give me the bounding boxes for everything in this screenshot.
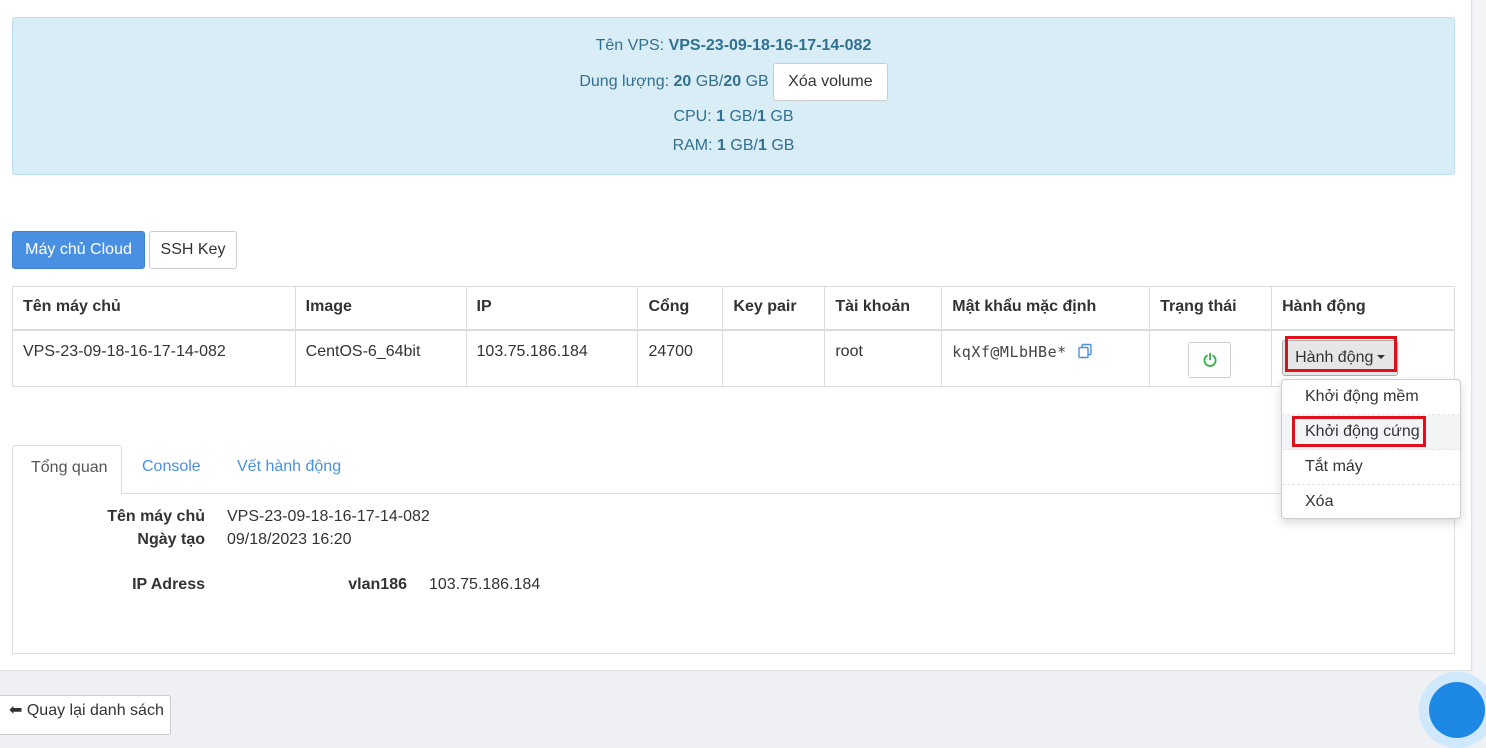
ram-unit: GB: [730, 137, 754, 154]
table-row: VPS-23-09-18-16-17-14-082 CentOS-6_64bit…: [12, 329, 1455, 387]
back-to-list-label: Quay lại danh sách: [26, 702, 164, 719]
cpu-unit: GB: [729, 108, 753, 125]
ram-total-unit: GB: [771, 137, 795, 154]
storage-used: 20: [673, 73, 692, 91]
header-account: Tài khoản: [824, 286, 943, 331]
overview-created-value: 09/18/2023 16:20: [227, 531, 352, 548]
action-button-highlight: [1285, 336, 1397, 372]
storage-label: Dung lượng:: [579, 73, 670, 91]
overview-panel: Tên máy chủ VPS-23-09-18-16-17-14-082 Ng…: [12, 493, 1455, 654]
header-server-name: Tên máy chủ: [12, 286, 296, 331]
action-dropdown-menu: Khởi động mềm Khởi động cứng Tắt máy Xóa: [1281, 379, 1461, 519]
storage-total-unit: GB: [745, 73, 769, 91]
power-button[interactable]: [1188, 341, 1232, 378]
header-action: Hành động: [1271, 286, 1455, 331]
cloud-server-button[interactable]: Máy chủ Cloud: [12, 231, 145, 269]
menu-item-delete[interactable]: Xóa: [1282, 485, 1460, 520]
main-panel: Tên VPS: VPS-23-09-18-16-17-14-082 Dung …: [0, 0, 1472, 671]
cell-ip: 103.75.186.184: [465, 329, 639, 387]
cpu-label: CPU:: [673, 108, 712, 125]
cpu-total-unit: GB: [770, 108, 794, 125]
header-keypair: Key pair: [722, 286, 826, 331]
overview-ip-label: IP Adress: [132, 576, 205, 593]
ssh-key-button[interactable]: SSH Key: [149, 231, 237, 269]
chat-widget-button[interactable]: [1419, 672, 1486, 748]
server-table: Tên máy chủ Image IP Cổng Key pair Tài k…: [12, 286, 1455, 387]
vps-name-label: Tên VPS:: [595, 37, 665, 54]
vps-storage-row: Dung lượng: 20 GB/20 GB Xóa volume: [13, 63, 1454, 101]
arrow-left-icon: ⬅: [9, 702, 23, 719]
copy-icon[interactable]: [1077, 343, 1093, 359]
overview-vlan-label: vlan186: [348, 576, 407, 593]
overview-name-label: Tên máy chủ: [107, 508, 205, 525]
cpu-total: 1: [757, 108, 766, 125]
table-header-row: Tên máy chủ Image IP Cổng Key pair Tài k…: [12, 286, 1455, 331]
ram-total: 1: [757, 137, 767, 154]
tab-console[interactable]: Console: [124, 445, 219, 495]
back-to-list-button[interactable]: ⬅ Quay lại danh sách: [0, 695, 171, 735]
vps-ram-row: RAM: 1 GB/1 GB: [672, 137, 795, 154]
cell-password: kqXf@MLbHBe*: [941, 329, 1151, 387]
menu-item-soft-reboot[interactable]: Khởi động mềm: [1282, 380, 1460, 415]
vps-info-box: Tên VPS: VPS-23-09-18-16-17-14-082 Dung …: [12, 17, 1455, 175]
cpu-used: 1: [716, 108, 726, 125]
header-ip: IP: [465, 286, 639, 331]
tab-overview[interactable]: Tổng quan: [12, 445, 122, 495]
cell-keypair: [722, 329, 826, 387]
header-image: Image: [294, 286, 467, 331]
header-port: Cổng: [637, 286, 724, 331]
cell-status: [1149, 329, 1273, 387]
ram-label: RAM:: [672, 137, 713, 154]
overview-name-value: VPS-23-09-18-16-17-14-082: [227, 508, 430, 525]
cell-server-name: VPS-23-09-18-16-17-14-082: [12, 329, 296, 387]
ram-used: 1: [717, 137, 726, 154]
scrollbar[interactable]: [1473, 0, 1486, 713]
header-status: Trạng thái: [1149, 286, 1273, 331]
chat-icon: [1429, 682, 1485, 738]
cell-image: CentOS-6_64bit: [294, 329, 467, 387]
storage-total: 20: [723, 73, 742, 91]
power-icon: [1203, 352, 1217, 367]
vps-name-row: Tên VPS: VPS-23-09-18-16-17-14-082: [13, 36, 1454, 56]
hard-reboot-highlight: [1292, 416, 1426, 447]
overview-created-label: Ngày tạo: [137, 531, 205, 548]
tab-action-log[interactable]: Vết hành động: [219, 445, 359, 495]
overview-vlan-ip: 103.75.186.184: [429, 576, 541, 593]
cell-port: 24700: [637, 329, 724, 387]
menu-item-shutdown[interactable]: Tắt máy: [1282, 450, 1460, 485]
storage-unit: GB: [695, 73, 719, 91]
vps-name-value: VPS-23-09-18-16-17-14-082: [668, 37, 872, 54]
cell-account: root: [824, 329, 943, 387]
vps-cpu-row: CPU: 1 GB/1 GB: [673, 108, 794, 125]
delete-volume-button[interactable]: Xóa volume: [773, 63, 888, 101]
password-value: kqXf@MLbHBe*: [952, 342, 1067, 361]
header-default-password: Mật khẩu mặc định: [941, 286, 1151, 331]
